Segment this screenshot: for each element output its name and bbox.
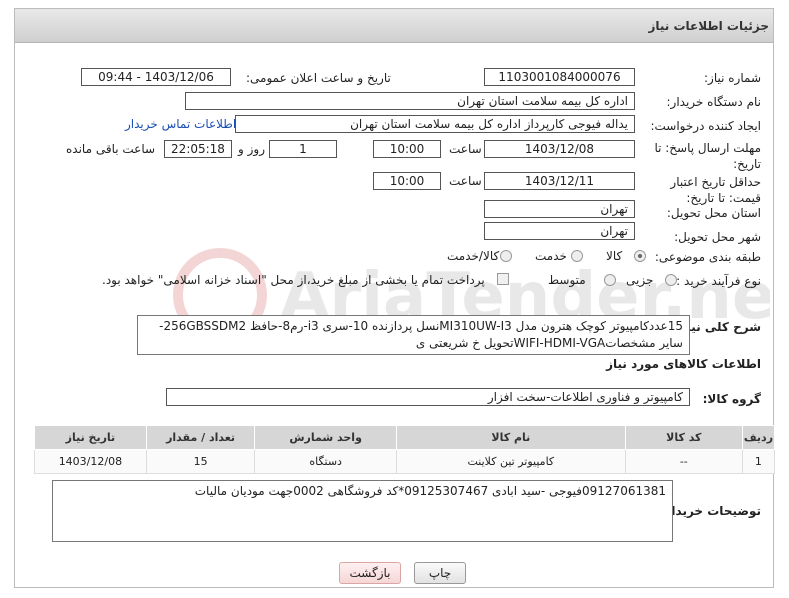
process-label: نوع فرآیند خرید : (676, 274, 761, 288)
buyer-org-label: نام دستگاه خریدار: (666, 95, 762, 109)
process-option-medium: متوسط (548, 273, 586, 287)
remaining-time-field: 22:05:18 (164, 140, 232, 158)
validity-label: حداقل تاریخ اعتبار قیمت: تا تاریخ: (670, 175, 761, 205)
col-need-date: تاریخ نیاز (34, 425, 147, 450)
col-code: کد کالا (624, 425, 743, 450)
category-radio-both[interactable] (500, 250, 512, 262)
cell-code: -- (624, 449, 743, 474)
table-row: 1 -- کامپیوتر تین کلاینت دستگاه 15 1403/… (34, 449, 776, 474)
need-number-field: 1103001084000076 (484, 68, 635, 86)
category-option-goods: کالا (606, 249, 623, 263)
buyer-notes-label: توضیحات خریدار: (659, 504, 761, 518)
col-quantity: تعداد / مقدار (145, 425, 256, 450)
summary-field: 15عددکامپیوتر کوچک هترون مدل MI310UW-I3ن… (137, 315, 690, 355)
category-option-both: کالا/خدمت (447, 249, 500, 263)
cell-row: 1 (741, 449, 776, 474)
col-name: نام کالا (395, 425, 626, 450)
announce-label: تاریخ و ساعت اعلان عمومی: (246, 71, 391, 85)
process-radio-medium[interactable] (604, 274, 616, 286)
buyer-org-field: اداره کل بیمه سلامت استان تهران (185, 92, 635, 110)
category-label: طبقه بندی موضوعی: (654, 250, 761, 264)
validity-date-field: 1403/12/11 (484, 172, 635, 190)
goods-info-title: اطلاعات کالاهای مورد نیاز (606, 357, 761, 371)
city-field: تهران (484, 222, 635, 240)
items-table: ردیف کد کالا نام کالا واحد شمارش تعداد /… (34, 425, 776, 474)
page-title: جزئیات اطلاعات نیاز (648, 19, 769, 33)
province-label: استان محل تحویل: (666, 206, 761, 220)
treasury-payment-checkbox[interactable] (497, 273, 509, 285)
days-field: 1 (269, 140, 337, 158)
days-label: روز و (238, 142, 265, 156)
city-label: شهر محل تحویل: (674, 230, 761, 244)
category-option-service: خدمت (535, 249, 567, 263)
deadline-label: مهلت ارسال پاسخ: تا تاریخ: (654, 141, 761, 171)
cell-need-date: 1403/12/08 (34, 449, 147, 474)
items-table-header: ردیف کد کالا نام کالا واحد شمارش تعداد /… (34, 425, 776, 450)
category-radio-goods[interactable] (634, 250, 646, 262)
goods-group-label: گروه کالا: (702, 392, 761, 406)
requester-field: یداله فیوجی کارپرداز اداره کل بیمه سلامت… (235, 115, 635, 133)
process-option-minor: جزیی (626, 273, 654, 287)
need-number-label: شماره نیاز: (704, 71, 761, 85)
requester-label: ایجاد کننده درخواست: (650, 119, 761, 133)
remaining-label: ساعت باقی مانده (66, 142, 156, 156)
treasury-payment-note: پرداخت تمام یا بخشی از مبلغ خرید،از محل … (102, 273, 485, 287)
announce-datetime-field: 1403/12/06 - 09:44 (81, 68, 231, 86)
deadline-time-label: ساعت (449, 142, 482, 156)
category-radio-service[interactable] (571, 250, 583, 262)
goods-group-field: کامپیوتر و فناوری اطلاعات-سخت افزار (166, 388, 690, 406)
buyer-notes-field: 09127061381فیوجی -سید ابادی 09125307467*… (52, 480, 673, 542)
cell-unit: دستگاه (254, 449, 397, 474)
col-unit: واحد شمارش (254, 425, 397, 450)
print-button[interactable]: چاپ (414, 562, 466, 584)
back-button[interactable]: بازگشت (339, 562, 401, 584)
deadline-date-field: 1403/12/08 (484, 140, 635, 158)
deadline-time-field: 10:00 (373, 140, 441, 158)
cell-quantity: 15 (145, 449, 256, 474)
process-radio-minor[interactable] (665, 274, 677, 286)
cell-name: کامپیوتر تین کلاینت (395, 449, 626, 474)
validity-time-label: ساعت (449, 174, 482, 188)
validity-time-field: 10:00 (373, 172, 441, 190)
contact-info-link[interactable]: اطلاعات تماس خریدار (125, 117, 236, 131)
province-field: تهران (484, 200, 635, 218)
col-row: ردیف (741, 425, 776, 450)
